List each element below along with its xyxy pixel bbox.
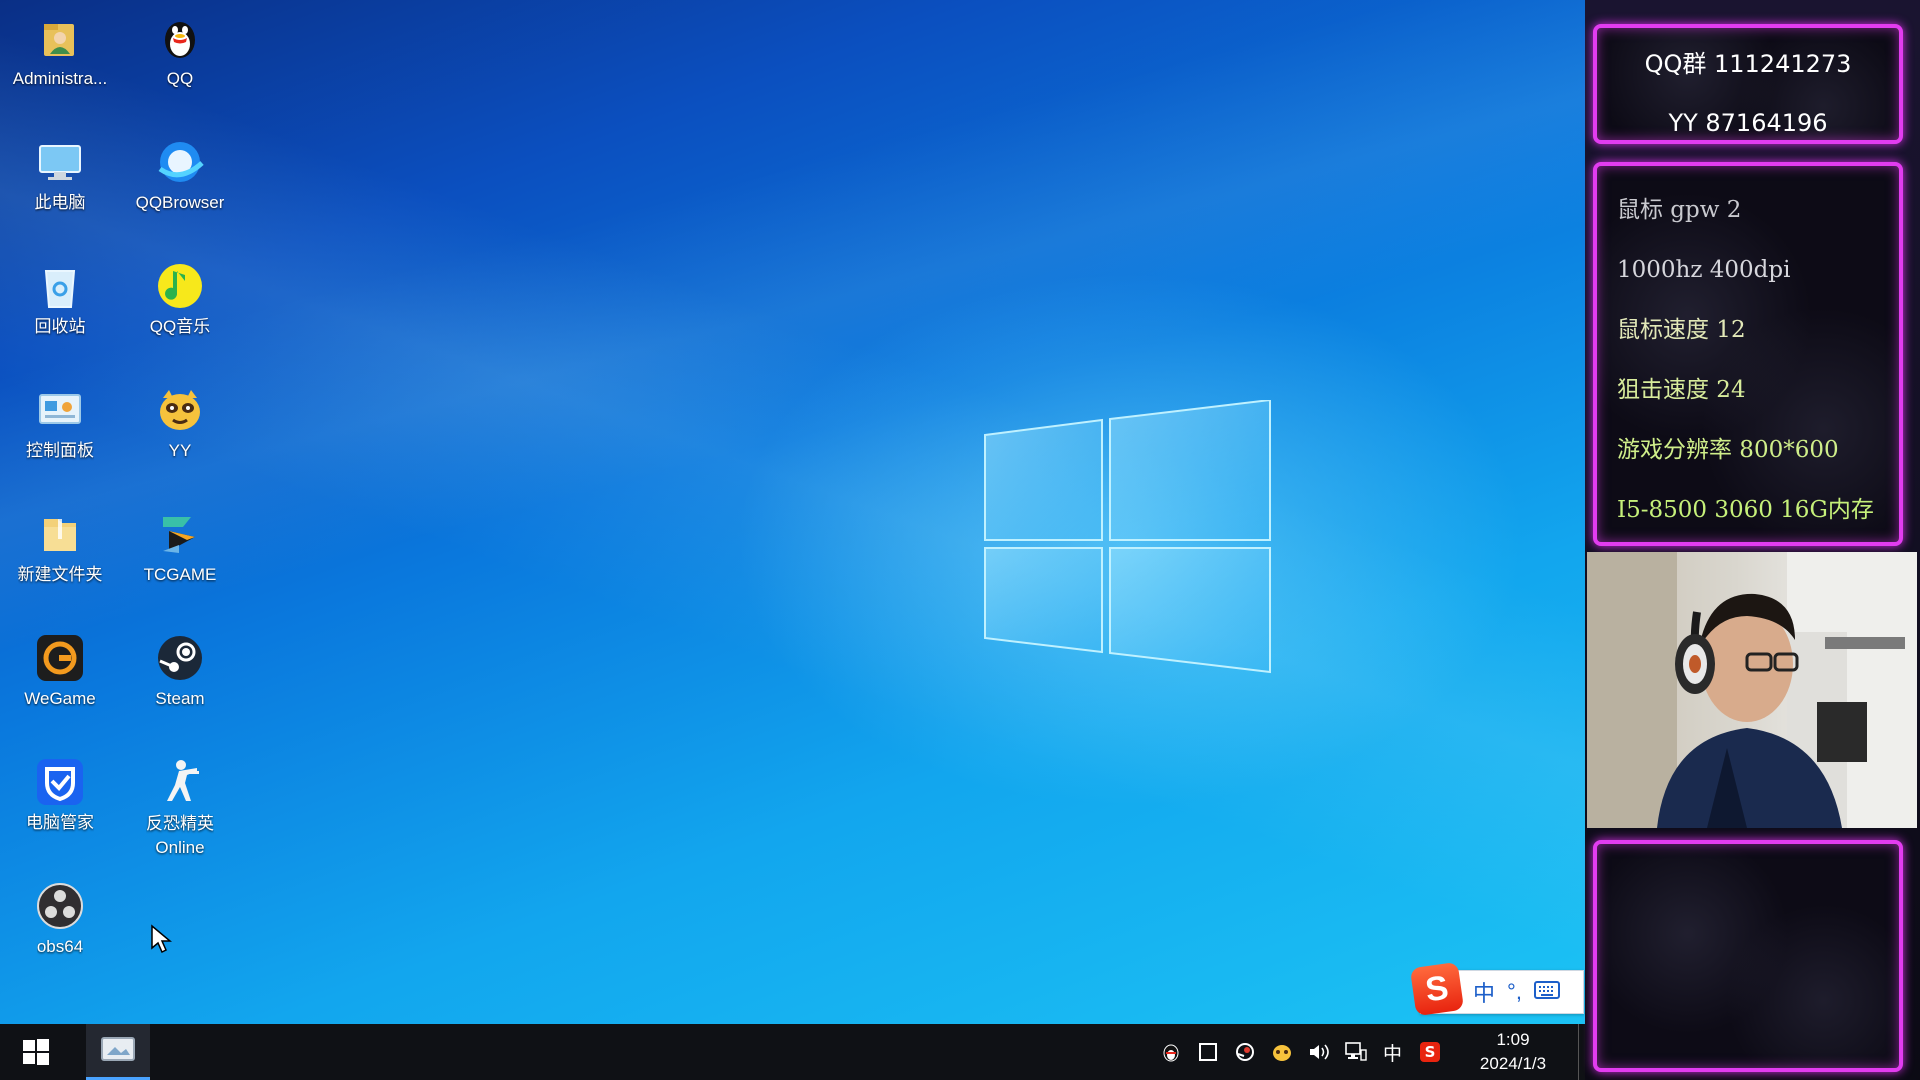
desktop-icon-label: 电脑管家	[26, 813, 94, 832]
desktop-icon-this-pc[interactable]: 此电脑	[2, 128, 118, 238]
yy-channel-text: YY 87164196	[1668, 109, 1828, 137]
desktop-icon-new-folder[interactable]: 新建文件夹	[2, 500, 118, 610]
desktop-icon-administrator[interactable]: Administra...	[2, 4, 118, 114]
this-pc-icon	[34, 136, 86, 188]
desktop-icon-label: WeGame	[24, 689, 96, 708]
clock-date: 2024/1/3	[1479, 1054, 1547, 1073]
desktop-icon-label: 此电脑	[34, 193, 86, 212]
qq-tray-icon[interactable]	[1152, 1024, 1189, 1080]
desktop-icon-label: 控制面板	[26, 441, 94, 460]
settings-info-box: 鼠标 gpw 2 1000hz 400dpi 鼠标速度 12 狙击速度 24 游…	[1593, 162, 1903, 546]
mouse-cursor-icon	[151, 924, 172, 954]
desktop-icon-label: Steam	[155, 689, 205, 708]
taskbar-clock[interactable]: 1:09 2024/1/3	[1458, 1028, 1568, 1076]
ime-toolbar[interactable]: S 中 °,	[1409, 961, 1584, 1017]
desktop-icon-control-panel[interactable]: 控制面板	[2, 376, 118, 486]
desktop-icon-qq[interactable]: QQ	[122, 4, 238, 114]
system-tray: 中 S 1:09 2024/1/3	[1152, 1024, 1585, 1080]
steam-tray-icon[interactable]	[1226, 1024, 1263, 1080]
desktop-icon-label: TCGAME	[143, 565, 217, 584]
svg-text:S: S	[1424, 1043, 1435, 1061]
empty-overlay-box	[1593, 840, 1903, 1072]
contact-info-box: QQ群 111241273 YY 87164196	[1593, 24, 1903, 144]
taskbar: 中 S 1:09 2024/1/3	[0, 1024, 1585, 1080]
windows-logo-wallpaper	[984, 400, 1271, 674]
counter-strike-icon	[154, 756, 206, 808]
ime-mode-icon[interactable]: 中	[1374, 1024, 1411, 1080]
start-button[interactable]	[0, 1024, 72, 1080]
desktop-icon-qq-music[interactable]: QQ音乐	[122, 252, 238, 362]
desktop-icon-counter-strike-online[interactable]: 反恐精英 Online	[122, 748, 238, 888]
game-resolution-text: 游戏分辨率 800*600	[1617, 437, 1839, 463]
desktop-icon-label: QQ	[166, 69, 194, 88]
control-panel-icon	[34, 384, 86, 436]
yy-tray-icon[interactable]	[1263, 1024, 1300, 1080]
pc-manager-icon	[34, 756, 86, 808]
obs-icon	[34, 880, 86, 932]
desktop-icon-label: 反恐精英 Online	[146, 814, 214, 857]
desktop-icon-label: QQ音乐	[149, 317, 211, 336]
steam-icon	[154, 632, 206, 684]
qq-penguin-icon	[154, 12, 206, 64]
mouse-speed-text: 鼠标速度 12	[1617, 317, 1746, 343]
wegame-icon	[34, 632, 86, 684]
desktop-icon-label: obs64	[36, 937, 84, 956]
desktop-icon-label: YY	[168, 441, 192, 460]
keyboard-icon[interactable]	[1533, 979, 1560, 1005]
desktop-icon-obs64[interactable]: obs64	[2, 872, 118, 982]
recycle-bin-icon	[34, 260, 86, 312]
polling-dpi-text: 1000hz 400dpi	[1617, 257, 1791, 283]
desktop-icon-qqbrowser[interactable]: QQBrowser	[122, 128, 238, 238]
network-icon[interactable]	[1337, 1024, 1374, 1080]
desktop-icon-tcgame[interactable]: TCGAME	[122, 500, 238, 610]
ime-mode-toggle[interactable]: 中	[1473, 976, 1495, 1008]
taskbar-app-button[interactable]	[86, 1024, 150, 1080]
sogou-icon[interactable]: S	[1411, 1024, 1448, 1080]
desktop-icon-wegame[interactable]: WeGame	[2, 624, 118, 734]
remote-desktop-icon	[101, 1036, 135, 1061]
desktop-icon-label: Administra...	[12, 69, 108, 88]
stream-overlay-panel: QQ群 111241273 YY 87164196 鼠标 gpw 2 1000h…	[1585, 0, 1920, 1080]
desktop-icon-yy[interactable]: YY	[122, 376, 238, 486]
qq-music-icon	[154, 260, 206, 312]
volume-icon[interactable]	[1300, 1024, 1337, 1080]
desktop-icon-label: 回收站	[34, 317, 86, 336]
ime-punctuation-toggle[interactable]: °,	[1507, 979, 1522, 1005]
streamer-webcam-image	[1587, 552, 1917, 828]
hardware-spec-text: I5-8500 3060 16G内存	[1617, 497, 1874, 523]
windows-start-icon	[23, 1039, 49, 1065]
desktop-icon-steam[interactable]: Steam	[122, 624, 238, 734]
user-folder-icon	[34, 12, 86, 64]
desktop[interactable]: Administra... 此电脑 回收站 控制面板 新建文件夹 WeGame	[0, 0, 1585, 1024]
desktop-icon-label: 新建文件夹	[17, 565, 103, 584]
sniper-speed-text: 狙击速度 24	[1617, 377, 1746, 403]
folder-icon	[34, 508, 86, 560]
desktop-icon-label: QQBrowser	[135, 193, 225, 212]
qq-group-text: QQ群 111241273	[1644, 50, 1852, 78]
yy-icon	[154, 384, 206, 436]
desktop-icon-recycle-bin[interactable]: 回收站	[2, 252, 118, 362]
sogou-logo-icon: S	[1409, 961, 1465, 1017]
window-tray-icon[interactable]	[1189, 1024, 1226, 1080]
qqbrowser-icon	[154, 136, 206, 188]
mouse-model-text: 鼠标 gpw 2	[1617, 197, 1742, 223]
clock-time: 1:09	[1496, 1030, 1530, 1049]
tcgame-icon	[154, 508, 206, 560]
desktop-icon-pc-manager[interactable]: 电脑管家	[2, 748, 118, 858]
webcam-feed	[1587, 552, 1917, 828]
show-desktop-button[interactable]	[1578, 1024, 1585, 1080]
